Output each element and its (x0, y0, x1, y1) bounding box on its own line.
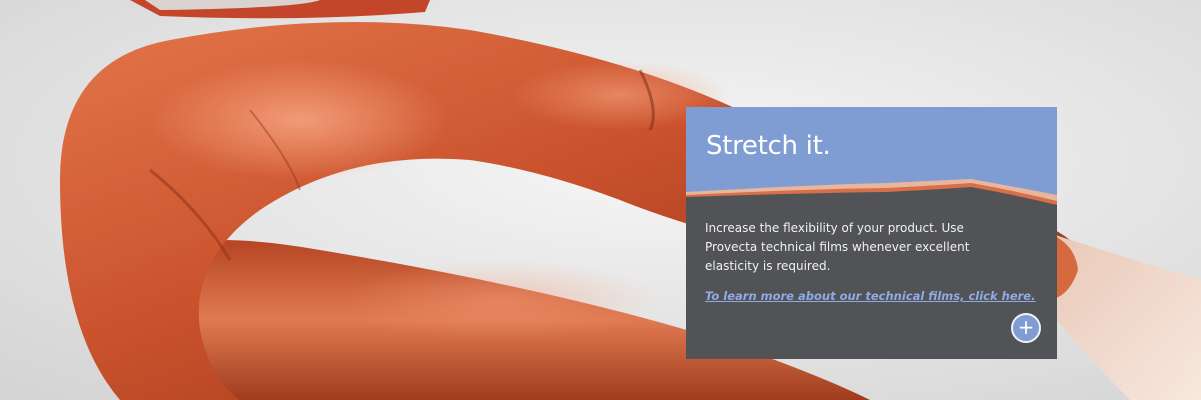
technical-films-link[interactable]: To learn more about our technical films,… (705, 289, 1035, 303)
card-description: Increase the flexibility of your product… (705, 221, 970, 273)
card-title: Stretch it. (706, 131, 831, 161)
expand-more-button[interactable]: + (1011, 313, 1041, 343)
card-body: Increase the flexibility of your product… (686, 207, 1057, 359)
feature-card: Stretch it. Increase the flexibility of … (686, 107, 1057, 359)
